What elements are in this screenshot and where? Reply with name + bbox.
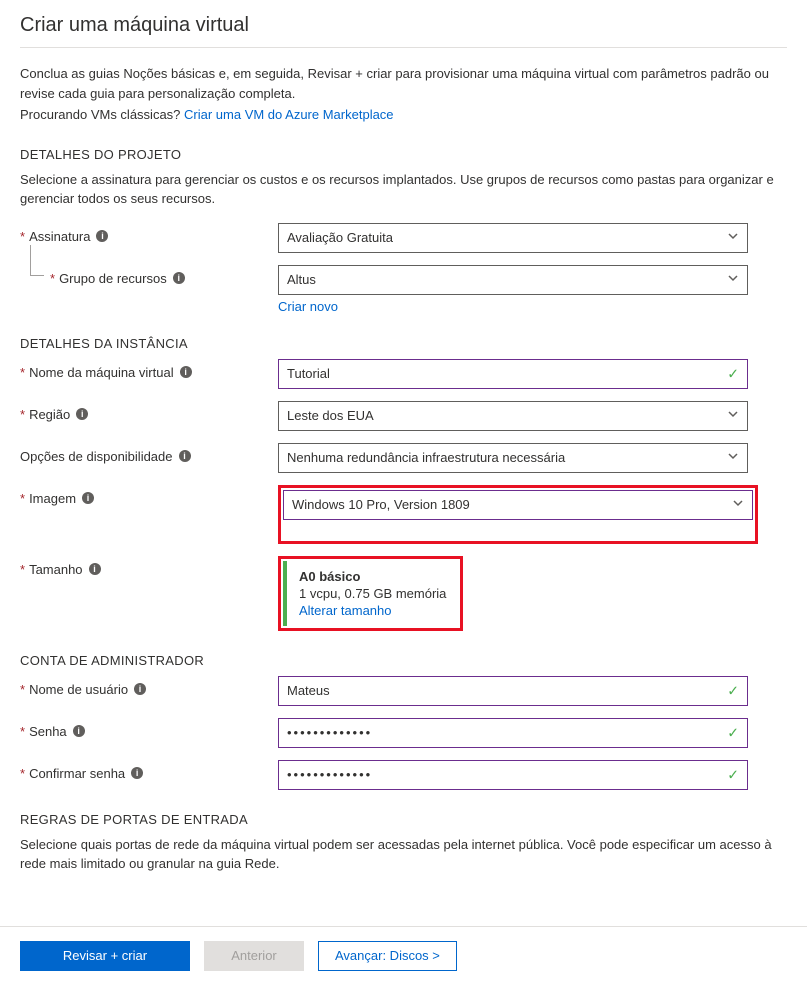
section-instance-title: DETALHES DA INSTÂNCIA	[20, 336, 787, 351]
create-new-link[interactable]: Criar novo	[278, 299, 338, 314]
chevron-down-icon	[732, 497, 744, 512]
info-icon[interactable]: i	[76, 408, 88, 420]
region-label-text: Região	[29, 407, 70, 422]
check-icon: ✓	[727, 365, 739, 382]
image-label: *Imagem i	[20, 485, 278, 506]
vm-name-input[interactable]: Tutorial ✓	[278, 359, 748, 389]
image-value: Windows 10 Pro, Version 1809	[292, 497, 470, 512]
size-label: *Tamanho i	[20, 556, 278, 577]
password-label: *Senha i	[20, 718, 278, 739]
confirm-password-input[interactable]: ••••••••••••• ✓	[278, 760, 748, 790]
info-icon[interactable]: i	[131, 767, 143, 779]
section-ports-title: REGRAS DE PORTAS DE ENTRADA	[20, 812, 787, 827]
confirm-password-value: •••••••••••••	[287, 767, 372, 782]
password-value: •••••••••••••	[287, 725, 372, 740]
size-label-text: Tamanho	[29, 562, 82, 577]
image-highlight: Windows 10 Pro, Version 1809 Procurar to…	[278, 485, 758, 544]
chevron-down-icon	[727, 450, 739, 465]
region-select[interactable]: Leste dos EUA	[278, 401, 748, 431]
subscription-select[interactable]: Avaliação Gratuita	[278, 223, 748, 253]
info-icon[interactable]: i	[96, 230, 108, 242]
size-card: A0 básico 1 vcpu, 0.75 GB memória Altera…	[283, 561, 458, 626]
availability-select[interactable]: Nenhuma redundância infraestrutura neces…	[278, 443, 748, 473]
username-value: Mateus	[287, 683, 330, 698]
info-icon[interactable]: i	[179, 450, 191, 462]
confirm-password-label: *Confirmar senha i	[20, 760, 278, 781]
check-icon: ✓	[727, 682, 739, 699]
section-admin-title: CONTA DE ADMINISTRADOR	[20, 653, 787, 668]
info-icon[interactable]: i	[173, 272, 185, 284]
size-highlight: A0 básico 1 vcpu, 0.75 GB memória Altera…	[278, 556, 463, 631]
info-icon[interactable]: i	[134, 683, 146, 695]
password-label-text: Senha	[29, 724, 67, 739]
info-icon[interactable]: i	[180, 366, 192, 378]
intro-text-2: Procurando VMs clássicas? Criar uma VM d…	[20, 105, 787, 125]
footer-bar: Revisar + criar Anterior Avançar: Discos…	[0, 926, 807, 985]
vm-name-value: Tutorial	[287, 366, 330, 381]
chevron-down-icon	[727, 408, 739, 423]
size-name: A0 básico	[299, 569, 446, 584]
resource-group-label-text: Grupo de recursos	[59, 271, 167, 286]
review-create-button[interactable]: Revisar + criar	[20, 941, 190, 971]
info-icon[interactable]: i	[89, 563, 101, 575]
change-size-link[interactable]: Alterar tamanho	[299, 603, 392, 618]
username-label: *Nome de usuário i	[20, 676, 278, 697]
chevron-down-icon	[727, 230, 739, 245]
resource-group-select[interactable]: Altus	[278, 265, 748, 295]
username-input[interactable]: Mateus ✓	[278, 676, 748, 706]
section-project-title: DETALHES DO PROJETO	[20, 147, 787, 162]
info-icon[interactable]: i	[73, 725, 85, 737]
marketplace-link[interactable]: Criar uma VM do Azure Marketplace	[184, 107, 394, 122]
intro-classic-label: Procurando VMs clássicas?	[20, 107, 184, 122]
check-icon: ✓	[727, 766, 739, 783]
image-select[interactable]: Windows 10 Pro, Version 1809	[283, 490, 753, 520]
check-icon: ✓	[727, 724, 739, 741]
image-label-text: Imagem	[29, 491, 76, 506]
availability-label-text: Opções de disponibilidade	[20, 449, 173, 464]
availability-label: Opções de disponibilidade i	[20, 443, 278, 464]
section-ports-desc: Selecione quais portas de rede da máquin…	[20, 835, 787, 874]
subscription-label: *Assinatura i	[20, 223, 278, 244]
availability-value: Nenhuma redundância infraestrutura neces…	[287, 450, 565, 465]
resource-group-value: Altus	[287, 272, 316, 287]
subscription-value: Avaliação Gratuita	[287, 230, 393, 245]
page-title: Criar uma máquina virtual	[20, 0, 787, 48]
section-project-desc: Selecione a assinatura para gerenciar os…	[20, 170, 787, 209]
resource-group-label: *Grupo de recursos i	[20, 265, 278, 286]
vm-name-label-text: Nome da máquina virtual	[29, 365, 174, 380]
vm-name-label: *Nome da máquina virtual i	[20, 359, 278, 380]
previous-button: Anterior	[204, 941, 304, 971]
next-button[interactable]: Avançar: Discos >	[318, 941, 457, 971]
intro-text-1: Conclua as guias Noções básicas e, em se…	[20, 64, 787, 103]
subscription-label-text: Assinatura	[29, 229, 90, 244]
size-spec: 1 vcpu, 0.75 GB memória	[299, 586, 446, 601]
password-input[interactable]: ••••••••••••• ✓	[278, 718, 748, 748]
username-label-text: Nome de usuário	[29, 682, 128, 697]
region-label: *Região i	[20, 401, 278, 422]
region-value: Leste dos EUA	[287, 408, 374, 423]
info-icon[interactable]: i	[82, 492, 94, 504]
confirm-password-label-text: Confirmar senha	[29, 766, 125, 781]
chevron-down-icon	[727, 272, 739, 287]
